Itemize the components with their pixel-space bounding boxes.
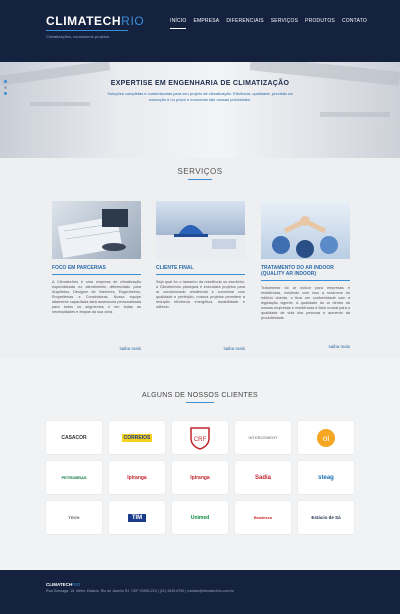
service-rule bbox=[52, 274, 141, 275]
logo[interactable]: CLIMATECHRIO bbox=[46, 14, 144, 28]
site-footer: CLIMATECHRIO Rua Gonzaga, 15, Méier, Est… bbox=[0, 570, 400, 614]
logo-main: CLIMATECH bbox=[46, 14, 122, 28]
client-logo-petrobras[interactable]: PETROBRAS bbox=[46, 461, 102, 494]
service-card: FOCO EM PARCERIAS A Climatechrio é uma e… bbox=[52, 201, 141, 351]
service-card: CLIENTE FINAL Seja qual for o tamanho da… bbox=[156, 201, 245, 351]
client-logo-flamengo[interactable]: CRF bbox=[172, 421, 228, 454]
services-title-underline bbox=[188, 179, 212, 180]
logo-accent: RIO bbox=[121, 14, 145, 28]
service-title: CLIENTE FINAL bbox=[156, 265, 194, 271]
footer-address: Rua Gonzaga, 15, Méier, Estácio, Rio de … bbox=[46, 589, 234, 593]
client-logo-sadia[interactable]: Sadia bbox=[235, 461, 291, 494]
client-name: TIM bbox=[127, 513, 147, 522]
logo-underline bbox=[46, 30, 128, 31]
service-rule bbox=[261, 280, 350, 281]
slider-dot[interactable] bbox=[4, 86, 7, 89]
flamengo-crest-icon: CRF bbox=[190, 426, 210, 450]
client-name: Bradesco bbox=[253, 515, 273, 520]
nav-servicos[interactable]: SERVIÇOS bbox=[271, 18, 298, 24]
client-name: Ipiranga bbox=[127, 474, 147, 481]
service-rule bbox=[156, 274, 245, 275]
client-name: INTERCEMENT bbox=[248, 435, 278, 440]
client-name: Sadia bbox=[254, 474, 271, 481]
client-name: Unimed bbox=[190, 514, 210, 521]
nav-empresa[interactable]: EMPRESA bbox=[193, 18, 219, 24]
client-name: TECH bbox=[68, 515, 80, 520]
hero-duct-image bbox=[320, 112, 390, 117]
hero-duct-image bbox=[30, 102, 90, 106]
tagline: Climatizações, construindo projetos. bbox=[46, 34, 111, 39]
service-text: Tratamento do ar indoor para empresas e … bbox=[261, 286, 350, 320]
client-name: Estácio de Sá bbox=[311, 515, 341, 520]
footer-logo-accent: RIO bbox=[72, 582, 81, 587]
hero-title: EXPERTISE EM ENGENHARIA DE CLIMATIZAÇÃO bbox=[110, 80, 290, 87]
nav-contato[interactable]: CONTATO bbox=[342, 18, 367, 24]
site-header: CLIMATECHRIO Climatizações, construindo … bbox=[0, 0, 400, 62]
client-logo-correios[interactable]: CORREIOS bbox=[109, 421, 165, 454]
service-image-client bbox=[156, 201, 245, 259]
saiba-mais-link[interactable]: saiba mais bbox=[119, 346, 141, 351]
service-image-team bbox=[261, 201, 350, 259]
blueprint-icon bbox=[57, 209, 128, 258]
nav-diferenciais[interactable]: DIFERENCIAIS bbox=[226, 18, 263, 24]
saiba-mais-link[interactable]: saiba mais bbox=[223, 346, 245, 351]
clients-title: ALGUNS DE NOSSOS CLIENTES bbox=[141, 392, 259, 399]
slider-dots bbox=[4, 80, 7, 98]
client-logo-tech[interactable]: TECH bbox=[46, 501, 102, 534]
nav-produtos[interactable]: PRODUTOS bbox=[305, 18, 335, 24]
service-title: TRATAMENTO DO AR INDOOR (QUALITY AR INDO… bbox=[261, 265, 334, 277]
client-logo-estacio[interactable]: Estácio de Sá bbox=[298, 501, 354, 534]
footer-logo[interactable]: CLIMATECHRIO bbox=[46, 582, 80, 587]
svg-text:oi: oi bbox=[323, 434, 329, 443]
client-name: Ipiranga bbox=[190, 474, 210, 481]
client-logo-intercement[interactable]: INTERCEMENT bbox=[235, 421, 291, 454]
footer-logo-main: CLIMATECH bbox=[46, 582, 73, 587]
client-logo-ipiranga[interactable]: Ipiranga bbox=[109, 461, 165, 494]
service-card: TRATAMENTO DO AR INDOOR (QUALITY AR INDO… bbox=[261, 201, 350, 349]
services-title: SERVIÇOS bbox=[177, 167, 223, 176]
oi-logo-icon: oi bbox=[317, 428, 335, 447]
client-logo-tim[interactable]: TIM bbox=[109, 501, 165, 534]
client-logo-oi[interactable]: oi bbox=[298, 421, 354, 454]
client-logo-steag[interactable]: steag bbox=[298, 461, 354, 494]
clients-title-underline bbox=[186, 402, 214, 403]
client-logo-ipiranga-2[interactable]: Ipiranga bbox=[172, 461, 228, 494]
client-logo-casacor[interactable]: CASACOR bbox=[46, 421, 102, 454]
service-text: Seja qual for o tamanho da residência ou… bbox=[156, 280, 245, 309]
client-name: steag bbox=[318, 474, 334, 481]
nav-active-indicator bbox=[170, 28, 186, 29]
hardhat-icon bbox=[156, 225, 245, 259]
client-logo-bradesco[interactable]: Bradesco bbox=[235, 501, 291, 534]
client-logo-unimed[interactable]: Unimed bbox=[172, 501, 228, 534]
slider-dot[interactable] bbox=[4, 92, 7, 95]
client-name: CORREIOS bbox=[121, 433, 153, 442]
service-title: FOCO EM PARCERIAS bbox=[52, 265, 106, 271]
client-name: CASACOR bbox=[61, 434, 87, 441]
service-text: A Climatechrio é uma empresa de climatiz… bbox=[52, 280, 141, 314]
hero-banner bbox=[0, 62, 400, 158]
main-nav: INÍCIO EMPRESA DIFERENCIAIS SERVIÇOS PRO… bbox=[170, 18, 367, 24]
service-image-partnership bbox=[52, 201, 141, 259]
nav-inicio[interactable]: INÍCIO bbox=[170, 18, 186, 24]
saiba-mais-link[interactable]: saiba mais bbox=[328, 344, 350, 349]
svg-text:CRF: CRF bbox=[194, 437, 207, 443]
hero-subtitle: Soluções completas e customizadas para s… bbox=[107, 91, 293, 102]
client-name: PETROBRAS bbox=[61, 475, 87, 480]
team-hands-icon bbox=[272, 216, 338, 258]
slider-dot[interactable] bbox=[4, 80, 7, 83]
